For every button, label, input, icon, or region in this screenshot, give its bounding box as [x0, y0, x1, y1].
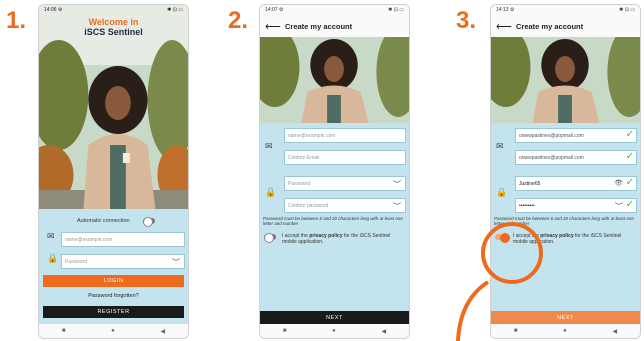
next-button[interactable]: NEXT [491, 311, 640, 325]
login-button[interactable]: LOGIN [43, 275, 184, 287]
eye-icon[interactable]: 👁 [614, 179, 623, 187]
step-number-2: 2. [228, 7, 249, 34]
hero-photo [260, 37, 409, 123]
phone-screen-create-account-empty: 14:07 ⚙ ✱ ⊡ ▭ ⟵ Create my account ✉ name… [259, 4, 410, 339]
android-navbar: ■ ● ◀ [260, 324, 409, 338]
nav-home-icon[interactable]: ● [563, 328, 567, 334]
valid-check-icon: ✓ [625, 199, 634, 210]
welcome-line1: Welcome in [88, 17, 139, 27]
envelope-icon: ✉ [265, 141, 273, 151]
valid-check-icon: ✓ [625, 129, 634, 140]
nav-home-icon[interactable]: ● [332, 328, 336, 334]
page-title: Create my account [516, 21, 584, 31]
status-icons: ✱ ⊡ ▭ [619, 7, 635, 13]
nav-back-icon[interactable]: ◀ [161, 328, 166, 335]
confirm-password-field[interactable]: ••••••••• ︶ ✓ [515, 198, 637, 213]
password-field[interactable]: Password ︶ [284, 176, 406, 191]
password-field[interactable]: Justine65 👁 ✓ [515, 176, 637, 191]
confirm-email-field[interactable]: oowwpastines@popmail.com ✓ [515, 150, 637, 165]
status-icons: ✱ ⊡ ▭ [388, 7, 404, 13]
welcome-banner: Welcome in iSCS Sentinel [39, 17, 188, 37]
auto-connection-toggle[interactable] [143, 217, 155, 227]
password-forgotten-link[interactable]: Password forgotten? [39, 293, 188, 299]
nav-back-icon[interactable]: ◀ [613, 328, 618, 335]
show-password-icon[interactable]: ︶ [172, 257, 180, 268]
step-number-3: 3. [456, 7, 477, 34]
status-time: 14:06 ⚙ [44, 7, 63, 13]
status-time: 14:07 ⚙ [265, 7, 284, 13]
confirm-password-value: ••••••••• [519, 203, 535, 209]
privacy-toggle[interactable] [264, 233, 276, 243]
password-placeholder: Password [65, 259, 87, 265]
lock-icon: 🔒 [496, 187, 508, 197]
android-navbar: ■ ● ◀ [39, 324, 188, 338]
confirm-password-field[interactable]: Confirm password ︶ [284, 198, 406, 213]
password-field[interactable]: Password ︶ [61, 254, 185, 269]
register-button[interactable]: REGISTER [43, 306, 184, 318]
highlight-pointer-line [456, 280, 490, 341]
phone-screen-create-account-filled: 14:13 ⚙ ✱ ⊡ ▭ ⟵ Create my account ✉ ooww… [490, 4, 641, 339]
back-arrow-icon[interactable]: ⟵ [496, 20, 512, 33]
valid-check-icon: ✓ [625, 151, 634, 162]
nav-back-icon[interactable]: ◀ [382, 328, 387, 335]
login-panel: Automatic connection ✉ name@example.com … [39, 209, 188, 324]
android-navbar: ■ ● ◀ [491, 324, 640, 338]
confirm-password-placeholder: Confirm password [288, 203, 329, 209]
auto-connection-label: Automatic connection [77, 218, 130, 224]
status-time: 14:13 ⚙ [496, 7, 515, 13]
email-field[interactable]: name@example.com [284, 128, 406, 143]
envelope-icon: ✉ [496, 141, 504, 151]
phone-screen-login: 14:06 ⚙ ✱ ⊡ ▭ Welcome in iSCS Sentinel A… [38, 4, 189, 339]
password-placeholder: Password [288, 181, 310, 187]
lock-icon: 🔒 [47, 253, 59, 263]
valid-check-icon: ✓ [625, 177, 634, 188]
app-bar: ⟵ Create my account [491, 15, 640, 37]
next-button[interactable]: NEXT [260, 311, 409, 325]
email-value: oowwpastines@popmail.com [519, 133, 584, 139]
nav-recents-icon[interactable]: ■ [514, 328, 518, 334]
privacy-policy-text: I accept the privacy policy for the iSCS… [282, 233, 402, 245]
page-title: Create my account [285, 21, 353, 31]
status-icons: ✱ ⊡ ▭ [167, 7, 183, 13]
lock-icon: 🔒 [265, 187, 277, 197]
confirm-email-value: oowwpastines@popmail.com [519, 155, 584, 161]
email-field[interactable]: oowwpastines@popmail.com ✓ [515, 128, 637, 143]
form-panel: ✉ name@example.com Confirm Email 🔒 Passw… [260, 123, 409, 325]
show-password-icon[interactable]: ︶ [615, 201, 623, 212]
nav-recents-icon[interactable]: ■ [62, 328, 66, 334]
app-bar: ⟵ Create my account [260, 15, 409, 37]
nav-recents-icon[interactable]: ■ [283, 328, 287, 334]
password-rule-text: Password must be between 6 and 20 charac… [263, 216, 403, 226]
envelope-icon: ✉ [47, 231, 55, 241]
password-value: Justine65 [519, 181, 541, 187]
step-number-1: 1. [6, 7, 27, 34]
back-arrow-icon[interactable]: ⟵ [265, 20, 281, 33]
email-field[interactable]: name@example.com [61, 232, 185, 247]
app-name: iSCS Sentinel [84, 27, 143, 37]
confirm-email-field[interactable]: Confirm Email [284, 150, 406, 165]
show-password-icon[interactable]: ︶ [393, 179, 401, 190]
show-confirm-password-icon[interactable]: ︶ [393, 201, 401, 212]
hero-photo [491, 37, 640, 123]
nav-home-icon[interactable]: ● [111, 328, 115, 334]
